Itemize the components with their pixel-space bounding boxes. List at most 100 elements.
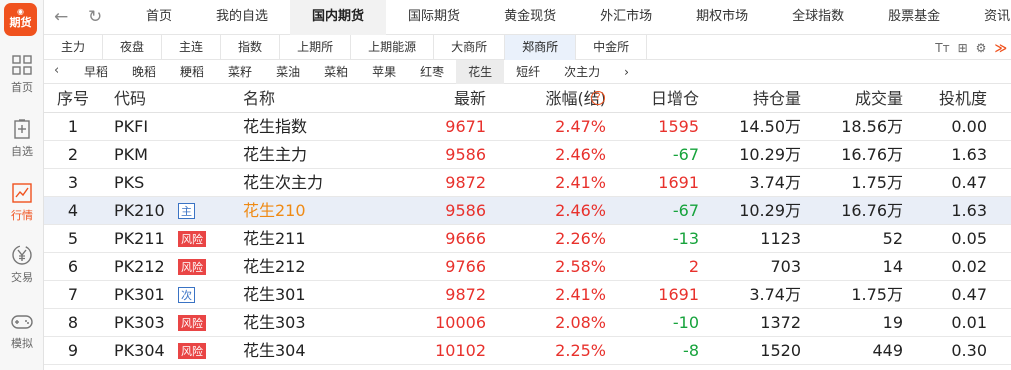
- sidebar-item-home[interactable]: 首页: [0, 54, 44, 109]
- sidebar-item-simulate[interactable]: 模拟: [0, 310, 44, 365]
- nav-tab-7[interactable]: 全球指数: [770, 0, 866, 35]
- cell-seq: 1: [67, 117, 79, 136]
- trade-yen-icon: [12, 245, 32, 265]
- variety-tab-8[interactable]: 花生: [456, 60, 505, 84]
- secondary-contract-badge: 次: [178, 287, 195, 303]
- cell-volume: 52: [882, 229, 903, 248]
- exchange-tab-4[interactable]: 上期所: [280, 35, 352, 60]
- cell-oi-change: 1595: [658, 117, 699, 136]
- header-open-interest[interactable]: 持仓量: [753, 84, 801, 113]
- cell-change: 2.47%: [555, 117, 606, 136]
- cell-speculation: 0.30: [951, 341, 987, 360]
- table-row[interactable]: 2 PKM 花生主力 9586 2.46% -67 10.29万 16.76万 1.63: [44, 141, 1011, 169]
- variety-tab-2[interactable]: 粳稻: [168, 60, 216, 84]
- table-row[interactable]: 3 PKS 花生次主力 9872 2.41% 1691 3.74万 1.75万 0.47: [44, 169, 1011, 197]
- exchange-tab-8[interactable]: 中金所: [576, 35, 648, 60]
- exchange-tab-0[interactable]: 主力: [44, 35, 104, 60]
- table-row[interactable]: 4 PK210 花生210 9586 2.46% -67 10.29万 16.76万 1.63 主: [44, 197, 1011, 225]
- help-question-icon[interactable]: ?: [591, 91, 605, 105]
- header-oi-change[interactable]: 日增仓: [651, 84, 699, 113]
- header-seq[interactable]: 序号: [54, 84, 92, 113]
- table-row[interactable]: 1 PKFI 花生指数 9671 2.47% 1595 14.50万 18.56万 0.00: [44, 113, 1011, 141]
- risk-badge: 风险: [178, 259, 206, 275]
- font-size-icon[interactable]: Tт: [935, 41, 949, 55]
- exchange-tab-7[interactable]: 郑商所: [505, 35, 577, 60]
- nav-tab-5[interactable]: 外汇市场: [578, 0, 674, 35]
- grid-layout-icon[interactable]: ⊞: [958, 41, 968, 55]
- watchlist-icon: [14, 119, 30, 139]
- table-row[interactable]: 5 PK211 花生211 9666 2.26% -13 1123 52 0.05 风险: [44, 225, 1011, 253]
- variety-tab-10[interactable]: 次主力: [552, 60, 612, 84]
- header-code[interactable]: 代码: [114, 84, 146, 113]
- risk-badge: 风险: [178, 231, 206, 247]
- left-sidebar: ◉ 期货 首页 自选 行情 交易 模拟: [0, 0, 44, 370]
- cell-last: 9872: [445, 173, 486, 192]
- sidebar-item-watchlist[interactable]: 自选: [0, 118, 44, 173]
- cell-code: PK211: [114, 229, 165, 248]
- variety-left-arrow-icon[interactable]: ‹: [54, 63, 59, 78]
- header-volume[interactable]: 成交量: [855, 84, 903, 113]
- back-arrow-icon[interactable]: ←: [54, 7, 68, 27]
- cell-open-interest: 703: [770, 257, 801, 276]
- variety-tab-5[interactable]: 菜粕: [312, 60, 360, 84]
- variety-tab-1[interactable]: 晚稻: [120, 60, 168, 84]
- variety-tab-6[interactable]: 苹果: [360, 60, 408, 84]
- quote-table: 序号 代码 名称 最新 涨幅(结) ? 日增仓 持仓量 成交量 投机度 1 PKF…: [44, 84, 1011, 365]
- cell-change: 2.26%: [555, 229, 606, 248]
- risk-badge: 风险: [178, 315, 206, 331]
- header-last[interactable]: 最新: [454, 84, 486, 113]
- refresh-icon[interactable]: ↻: [88, 7, 102, 27]
- table-row[interactable]: 7 PK301 花生301 9872 2.41% 1691 3.74万 1.75万 0.47 次: [44, 281, 1011, 309]
- table-row[interactable]: 6 PK212 花生212 9766 2.58% 2 703 14 0.02 风险: [44, 253, 1011, 281]
- variety-tab-3[interactable]: 菜籽: [216, 60, 264, 84]
- cell-change: 2.46%: [555, 201, 606, 220]
- nav-tab-2[interactable]: 国内期货: [290, 0, 387, 35]
- header-name[interactable]: 名称: [243, 84, 275, 113]
- table-row[interactable]: 8 PK303 花生303 10006 2.08% -10 1372 19 0.01 风险: [44, 309, 1011, 337]
- cell-change: 2.41%: [555, 285, 606, 304]
- settings-gear-icon[interactable]: ⚙: [976, 41, 987, 55]
- sidebar-item-trade[interactable]: 交易: [0, 244, 44, 299]
- nav-tab-4[interactable]: 黄金现货: [482, 0, 578, 35]
- nav-tab-8[interactable]: 股票基金: [866, 0, 962, 35]
- exchange-tab-3[interactable]: 指数: [221, 35, 281, 60]
- nav-tab-0[interactable]: 首页: [124, 0, 194, 35]
- table-body: 1 PKFI 花生指数 9671 2.47% 1595 14.50万 18.56万 0.00 2 P…: [44, 113, 1011, 365]
- cell-change: 2.58%: [555, 257, 606, 276]
- nav-tab-9[interactable]: 资讯中心: [962, 0, 1011, 35]
- cell-name: 花生次主力: [243, 173, 324, 192]
- cell-speculation: 0.05: [951, 229, 987, 248]
- exchange-tab-2[interactable]: 主连: [162, 35, 222, 60]
- sidebar-label-watchlist: 自选: [11, 145, 33, 158]
- risk-badge: 风险: [178, 343, 206, 359]
- exchange-tab-6[interactable]: 大商所: [434, 35, 506, 60]
- variety-tab-9[interactable]: 短纤: [504, 60, 552, 84]
- cell-speculation: 1.63: [951, 201, 987, 220]
- nav-tab-1[interactable]: 我的自选: [194, 0, 290, 35]
- variety-tab-4[interactable]: 菜油: [264, 60, 312, 84]
- cell-seq: 2: [67, 145, 79, 164]
- app-logo[interactable]: ◉ 期货: [4, 3, 37, 36]
- variety-tab-7[interactable]: 红枣: [408, 60, 456, 84]
- cell-change: 2.46%: [555, 145, 606, 164]
- cell-change: 2.25%: [555, 341, 606, 360]
- header-speculation[interactable]: 投机度: [939, 84, 987, 113]
- nav-tab-3[interactable]: 国际期货: [386, 0, 482, 35]
- cell-last: 9766: [445, 257, 486, 276]
- cell-oi-change: 1691: [658, 285, 699, 304]
- variety-tab-0[interactable]: 早稻: [72, 60, 120, 84]
- cell-code: PK304: [114, 341, 165, 360]
- table-row[interactable]: 9 PK304 花生304 10102 2.25% -8 1520 449 0.30 风险: [44, 337, 1011, 365]
- cell-oi-change: -10: [672, 313, 699, 332]
- cell-volume: 19: [882, 313, 903, 332]
- cell-name: 花生指数: [243, 117, 308, 136]
- variety-right-arrow-icon[interactable]: ›: [612, 60, 641, 84]
- cell-volume: 449: [872, 341, 903, 360]
- cell-volume: 16.76万: [841, 145, 903, 164]
- cell-seq: 3: [67, 173, 79, 192]
- expand-double-chevron-icon[interactable]: ≫: [994, 41, 1007, 55]
- exchange-tab-1[interactable]: 夜盘: [103, 35, 163, 60]
- exchange-tab-5[interactable]: 上期能源: [351, 35, 435, 60]
- sidebar-item-quotes[interactable]: 行情: [0, 182, 44, 237]
- nav-tab-6[interactable]: 期权市场: [674, 0, 770, 35]
